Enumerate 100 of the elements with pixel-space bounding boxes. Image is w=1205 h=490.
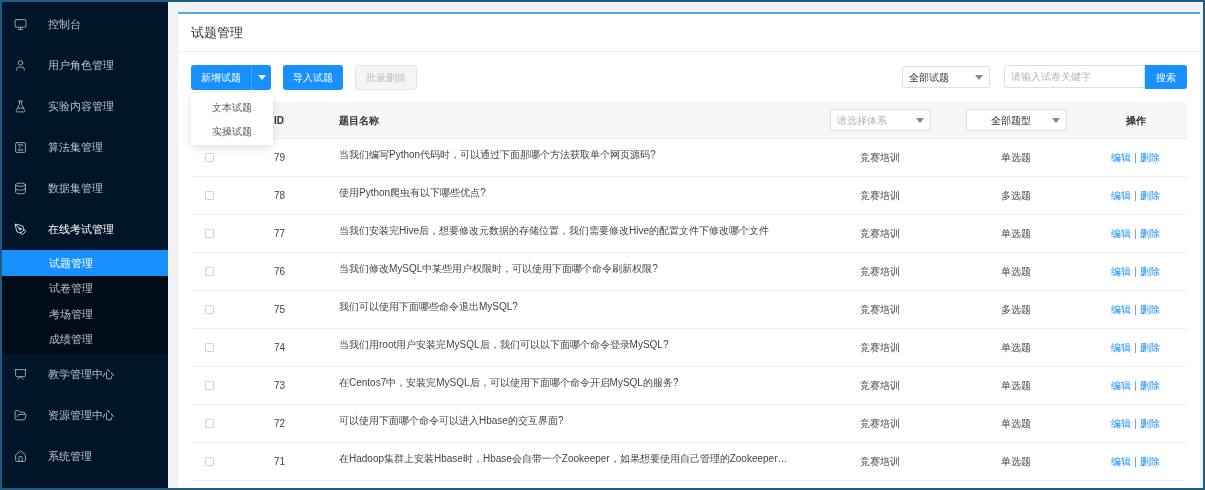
- separator: |: [1134, 189, 1137, 203]
- sidebar-item[interactable]: 实验内容管理: [2, 86, 168, 127]
- question-title: 可以使用下面哪个命令可以进入Hbase的交互界面?: [339, 415, 564, 426]
- question-title: 在Centos7中，安装完MySQL后，可以使用下面哪个命令开启MySQL的服务?: [339, 377, 679, 388]
- question-title: 我们可以使用下面哪些命令退出MySQL?: [339, 301, 518, 312]
- id-cell: 72: [274, 418, 286, 429]
- column-header: 操作: [1125, 113, 1146, 128]
- type-cell-text: 单选题: [1001, 341, 1031, 355]
- system-cell-text: 竞赛培训: [860, 227, 900, 241]
- import-button[interactable]: 导入试题: [283, 64, 343, 90]
- filter-select[interactable]: 请选择体系: [829, 109, 931, 131]
- question-title: 当我们修改MySQL中某些用户权限时，可以使用下面哪个命令刷新权限?: [339, 263, 658, 274]
- separator: |: [1134, 455, 1137, 469]
- row-checkbox[interactable]: [205, 305, 214, 314]
- system-cell-text: 竞赛培训: [860, 341, 900, 355]
- edit-link[interactable]: 编辑: [1111, 454, 1132, 469]
- delete-link[interactable]: 删除: [1139, 264, 1160, 279]
- id-cell: 78: [274, 190, 286, 201]
- sidebar-item[interactable]: 数据集管理: [2, 168, 168, 209]
- edit-link[interactable]: 编辑: [1111, 188, 1132, 203]
- search-button[interactable]: 搜索: [1145, 65, 1187, 89]
- pen-icon: [14, 223, 27, 236]
- id-cell: 71: [274, 456, 286, 467]
- submenu-item[interactable]: 考场管理: [2, 301, 168, 327]
- menu-item[interactable]: 文本试题: [191, 95, 273, 119]
- id-cell: 74: [274, 342, 286, 353]
- id-cell: 73: [274, 380, 286, 391]
- row-checkbox[interactable]: [205, 343, 214, 352]
- add-question-button[interactable]: 新增试题: [191, 64, 271, 90]
- system-cell-text: 竞赛培训: [860, 379, 900, 393]
- row-checkbox[interactable]: [205, 191, 214, 200]
- sidebar-item[interactable]: 资源管理中心: [2, 395, 168, 436]
- edit-link[interactable]: 编辑: [1111, 302, 1132, 317]
- home-icon: [14, 450, 27, 463]
- question-title: 当我们用root用户安装完MySQL后，我们可以以下面哪个命令登录MySQL?: [339, 339, 669, 350]
- type-cell-text: 单选题: [1001, 265, 1031, 279]
- type-cell-text: 单选题: [1001, 417, 1031, 431]
- sidebar-item[interactable]: 控制台: [2, 4, 168, 45]
- type-cell-text: 多选题: [1001, 303, 1031, 317]
- sidebar-item[interactable]: 在线考试管理: [2, 209, 168, 250]
- row-checkbox[interactable]: [205, 457, 214, 466]
- edit-link[interactable]: 编辑: [1111, 416, 1132, 431]
- delete-link[interactable]: 删除: [1139, 378, 1160, 393]
- separator: |: [1134, 417, 1137, 431]
- caret-icon: [1051, 117, 1060, 123]
- caret-icon: [975, 74, 983, 80]
- question-title: 当我们编写Python代码时，可以通过下面那哪个方法获取单个网页源码?: [339, 149, 656, 160]
- delete-link[interactable]: 删除: [1139, 454, 1160, 469]
- delete-link[interactable]: 删除: [1139, 188, 1160, 203]
- database-icon: [14, 182, 27, 195]
- filter-select[interactable]: 全部题型: [965, 109, 1067, 131]
- row-checkbox[interactable]: [205, 229, 214, 238]
- system-cell-text: 竞赛培训: [860, 303, 900, 317]
- type-cell-text: 多选题: [1001, 189, 1031, 203]
- delete-link[interactable]: 删除: [1139, 226, 1160, 241]
- row-checkbox[interactable]: [205, 267, 214, 276]
- separator: |: [1134, 227, 1137, 241]
- sigma-icon: [14, 141, 27, 154]
- user-icon: [14, 59, 27, 72]
- separator: |: [1134, 379, 1137, 393]
- folder-icon: [14, 409, 27, 422]
- page-title: 试题管理: [191, 23, 243, 42]
- search-field[interactable]: 请输入试卷关键字: [1004, 65, 1145, 88]
- row-checkbox[interactable]: [205, 381, 214, 390]
- caret-icon: [915, 117, 924, 123]
- type-cell-text: 单选题: [1001, 455, 1031, 469]
- sidebar-item[interactable]: 系统管理: [2, 436, 168, 477]
- id-cell: 79: [274, 152, 286, 163]
- sidebar-item[interactable]: 教学管理中心: [2, 354, 168, 395]
- type-cell-text: 单选题: [1001, 151, 1031, 165]
- sidebar-item[interactable]: 算法集管理: [2, 127, 168, 168]
- separator: |: [1134, 303, 1137, 317]
- edit-link[interactable]: 编辑: [1111, 226, 1132, 241]
- delete-link[interactable]: 删除: [1139, 340, 1160, 355]
- row-checkbox[interactable]: [205, 153, 214, 162]
- presentation-icon: [14, 368, 27, 381]
- edit-link[interactable]: 编辑: [1111, 150, 1132, 165]
- submenu-item[interactable]: 试题管理: [2, 250, 168, 276]
- column-header: ID: [274, 113, 284, 128]
- row-checkbox[interactable]: [205, 419, 214, 428]
- sidebar-item[interactable]: 用户角色管理: [2, 45, 168, 86]
- separator: |: [1134, 265, 1137, 279]
- delete-link[interactable]: 删除: [1139, 416, 1160, 431]
- question-title: 使用Python爬虫有以下哪些优点?: [339, 187, 486, 198]
- edit-link[interactable]: 编辑: [1111, 340, 1132, 355]
- question-filter-select[interactable]: 全部试题: [902, 66, 990, 88]
- system-cell-text: 竞赛培训: [860, 189, 900, 203]
- delete-link[interactable]: 删除: [1139, 150, 1160, 165]
- question-title: 当我们安装完Hive后，想要修改元数据的存储位置，我们需要修改Hive的配置文件下修改哪个文件: [339, 225, 769, 236]
- menu-item[interactable]: 实操试题: [191, 119, 273, 143]
- separator: |: [1134, 341, 1137, 355]
- type-cell-text: 单选题: [1001, 379, 1031, 393]
- edit-link[interactable]: 编辑: [1111, 378, 1132, 393]
- delete-link[interactable]: 删除: [1139, 302, 1160, 317]
- submenu-item[interactable]: 试卷管理: [2, 275, 168, 301]
- column-header: 题目名称: [339, 113, 379, 128]
- id-cell: 75: [274, 304, 286, 315]
- separator: |: [1134, 151, 1137, 165]
- submenu-item[interactable]: 成绩管理: [2, 326, 168, 352]
- edit-link[interactable]: 编辑: [1111, 264, 1132, 279]
